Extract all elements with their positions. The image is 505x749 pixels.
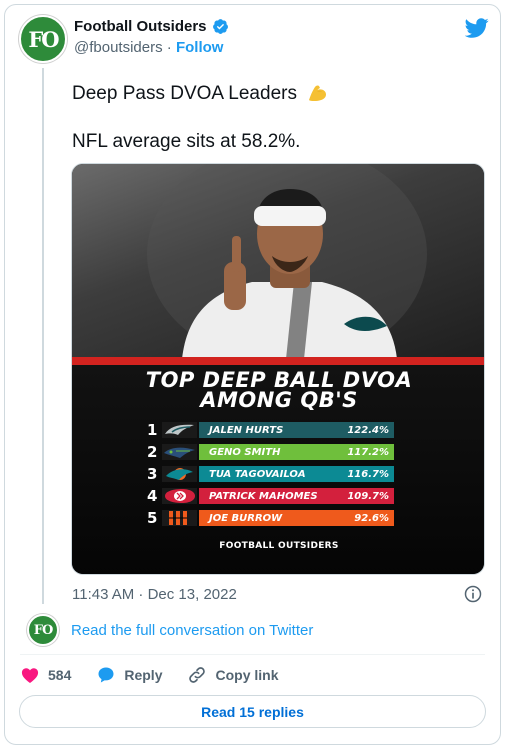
graphic-headline-line-1: TOP DEEP BALL DVOA (145, 368, 413, 392)
author-handle[interactable]: @fboutsiders (74, 39, 163, 56)
rank-bar-1: JALEN HURTS 122.4% (199, 422, 394, 438)
flexed-biceps-emoji-icon (309, 85, 327, 101)
link-icon (189, 667, 206, 683)
tweet-line-1-text: Deep Pass DVOA Leaders (72, 83, 297, 104)
bengals-logo-icon (162, 510, 197, 526)
player-illustration (147, 164, 427, 364)
verified-badge-icon (212, 19, 228, 34)
player-name: JALEN HURTS (209, 424, 284, 436)
eagles-logo-icon (162, 422, 197, 438)
rank-number: 1 (147, 421, 158, 439)
player-name: JOE BURROW (209, 512, 283, 524)
player-name: GENO SMITH (209, 446, 281, 458)
tweet-image[interactable]: TOP DEEP BALL DVOA AMONG QB'S 1 JALEN HU… (71, 163, 485, 575)
tweet-timestamp[interactable]: 11:43 AM · Dec 13, 2022 (72, 586, 237, 603)
player-name: TUA TAGOVAILOA (209, 468, 306, 480)
rank-number: 3 (147, 465, 158, 483)
author-block: Football Outsiders @fboutsiders · Follow (74, 18, 229, 56)
copy-link-button[interactable]: Copy link (187, 665, 279, 685)
conversation-avatar[interactable]: FO (27, 614, 59, 646)
ranking-panel: TOP DEEP BALL DVOA AMONG QB'S 1 JALEN HU… (72, 365, 484, 574)
twitter-bird-icon[interactable] (465, 16, 489, 40)
rank-bar-4: PATRICK MAHOMES 109.7% (199, 488, 394, 504)
tweet-text-line-2: NFL average sits at 58.2%. (72, 131, 301, 152)
handle-separator: · (166, 39, 172, 56)
rank-row-3: 3 TUA TAGOVAILOA 116.7% (147, 465, 394, 483)
rank-bar-5: JOE BURROW 92.6% (199, 510, 394, 526)
rank-bar-3: TUA TAGOVAILOA 116.7% (199, 466, 394, 482)
player-photo (72, 164, 484, 364)
dvoa-value: 92.6% (354, 512, 389, 524)
actions-divider (20, 654, 485, 655)
rank-bar-2: GENO SMITH 117.2% (199, 444, 394, 460)
graphic-red-divider (72, 357, 484, 365)
dvoa-value: 122.4% (347, 424, 389, 436)
chiefs-logo-icon (162, 488, 197, 504)
like-button[interactable]: 584 (20, 665, 71, 685)
seahawks-logo-icon (162, 444, 197, 460)
tweet-text-line-1: Deep Pass DVOA Leaders (72, 80, 330, 105)
follow-button[interactable]: Follow (176, 39, 224, 56)
dolphins-logo-icon (162, 466, 197, 482)
graphic-headline-line-2: AMONG QB'S (200, 388, 358, 412)
rank-row-5: 5 JOE BURROW 92.6% (147, 509, 394, 527)
read-replies-button[interactable]: Read 15 replies (19, 695, 486, 728)
like-count: 584 (48, 667, 72, 683)
copy-link-label: Copy link (215, 667, 279, 683)
reply-button[interactable]: Reply (96, 665, 162, 685)
heart-icon (21, 668, 39, 683)
info-icon[interactable] (463, 584, 483, 604)
dvoa-value: 116.7% (347, 468, 389, 480)
rank-row-4: 4 PATRICK MAHOMES 109.7% (147, 487, 394, 505)
player-name: PATRICK MAHOMES (209, 490, 318, 502)
rank-number: 5 (147, 509, 158, 527)
rank-number: 4 (147, 487, 158, 505)
dvoa-value: 117.2% (347, 446, 389, 458)
graphic-footer-brand: FOOTBALL OUTSIDERS (72, 541, 484, 551)
graphic-headline: TOP DEEP BALL DVOA AMONG QB'S (72, 368, 484, 412)
thread-line (42, 68, 44, 604)
rank-row-2: 2 GENO SMITH 117.2% (147, 443, 394, 461)
graphic-footer-brand-text: FOOTBALL OUTSIDERS (219, 541, 339, 551)
author-name[interactable]: Football Outsiders (74, 18, 207, 35)
author-avatar[interactable]: FO (19, 15, 67, 63)
read-conversation-link[interactable]: Read the full conversation on Twitter (71, 622, 313, 639)
action-bar: 584 Reply Copy link (20, 664, 304, 686)
reply-bubble-icon (98, 667, 114, 683)
rank-row-1: 1 JALEN HURTS 122.4% (147, 421, 394, 439)
reply-label: Reply (124, 667, 163, 683)
rank-number: 2 (147, 443, 158, 461)
dvoa-value: 109.7% (347, 490, 389, 502)
